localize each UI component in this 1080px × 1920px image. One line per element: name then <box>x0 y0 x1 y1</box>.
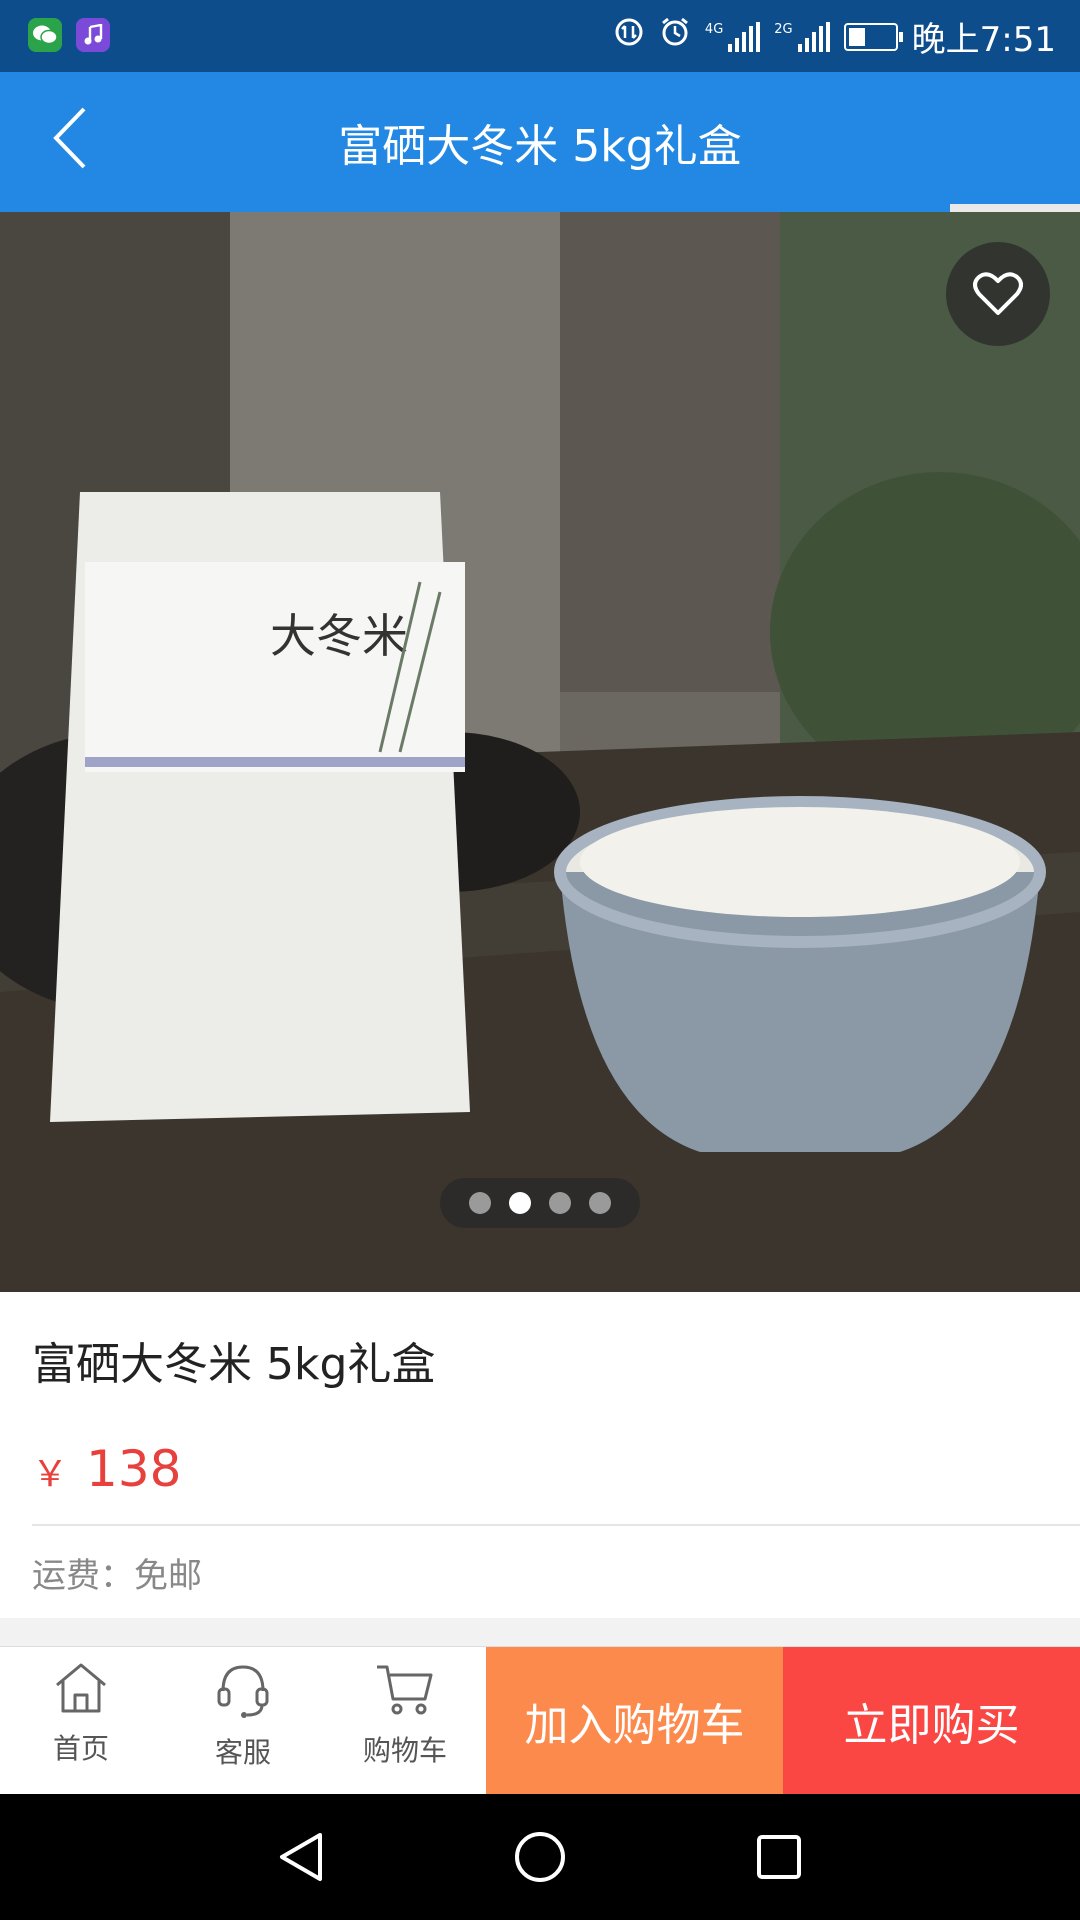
add-to-cart-button[interactable]: 加入购物车 <box>486 1647 783 1795</box>
battery-icon <box>843 22 903 51</box>
status-bar: 4G 2G 晚上7:51 <box>0 0 1080 72</box>
carousel-dot[interactable] <box>589 1192 611 1214</box>
price-value: 138 <box>86 1440 182 1498</box>
triangle-back-icon <box>280 1833 322 1881</box>
status-notifications <box>28 18 110 52</box>
carousel-indicator <box>440 1178 640 1228</box>
music-icon <box>76 18 110 52</box>
status-indicators: 4G 2G 晚上7:51 <box>613 12 1056 61</box>
shipping-fee: 运费：免邮 <box>32 1556 202 1596</box>
home-icon <box>56 1663 106 1713</box>
app-header: 富硒大冬米 5kg礼盒 <box>0 72 1080 204</box>
nav-service-label: 客服 <box>214 1736 271 1769</box>
signal-2g-icon: 2G <box>774 21 830 52</box>
network-4g-label: 4G <box>704 21 724 37</box>
square-recents-icon <box>757 1835 801 1879</box>
battery-level <box>848 27 865 46</box>
signal-4g-icon: 4G <box>704 21 761 52</box>
nav-home[interactable]: 首页 <box>0 1647 162 1795</box>
product-image-carousel[interactable]: 大冬米 <box>0 212 1080 1292</box>
price-currency: ￥ <box>32 1454 69 1495</box>
product-price: ￥ 138 <box>32 1440 181 1498</box>
favorite-button[interactable] <box>946 242 1050 346</box>
system-back-button[interactable] <box>268 1824 334 1890</box>
headset-icon <box>217 1665 269 1718</box>
nav-home-label: 首页 <box>52 1732 109 1765</box>
network-2g-label: 2G <box>774 21 793 37</box>
buy-now-button[interactable]: 立即购买 <box>783 1647 1080 1795</box>
carousel-dot-active[interactable] <box>509 1192 531 1214</box>
nav-customer-service[interactable]: 客服 <box>162 1647 324 1795</box>
page-title: 富硒大冬米 5kg礼盒 <box>338 121 742 172</box>
product-photo: 大冬米 <box>0 212 1080 1292</box>
status-time: 晚上7:51 <box>911 20 1056 60</box>
alarm-icon <box>659 16 691 57</box>
circle-home-icon <box>515 1832 565 1882</box>
product-info: 富硒大冬米 5kg礼盒 ￥ 138 运费：免邮 <box>0 1292 1080 1618</box>
wechat-icon <box>28 18 62 52</box>
bottom-action-bar: 首页 客服 购物车 加入购物车 立即购买 <box>0 1646 1080 1795</box>
divider <box>32 1524 1080 1526</box>
heart-outline-icon <box>973 272 1023 315</box>
svg-text:大冬米: 大冬米 <box>270 609 408 663</box>
system-nav-bar <box>0 1794 1080 1920</box>
carousel-dot[interactable] <box>549 1192 571 1214</box>
nav-cart-label: 购物车 <box>362 1734 447 1767</box>
product-title: 富硒大冬米 5kg礼盒 <box>32 1339 436 1390</box>
nav-cart[interactable]: 购物车 <box>324 1647 486 1795</box>
page-load-progress-fill <box>0 204 951 212</box>
page-load-progress <box>0 204 1080 212</box>
cart-icon <box>377 1665 433 1715</box>
system-home-button[interactable] <box>507 1824 573 1890</box>
system-recents-button[interactable] <box>746 1824 812 1890</box>
carousel-dot[interactable] <box>469 1192 491 1214</box>
data-saver-icon <box>613 16 645 57</box>
